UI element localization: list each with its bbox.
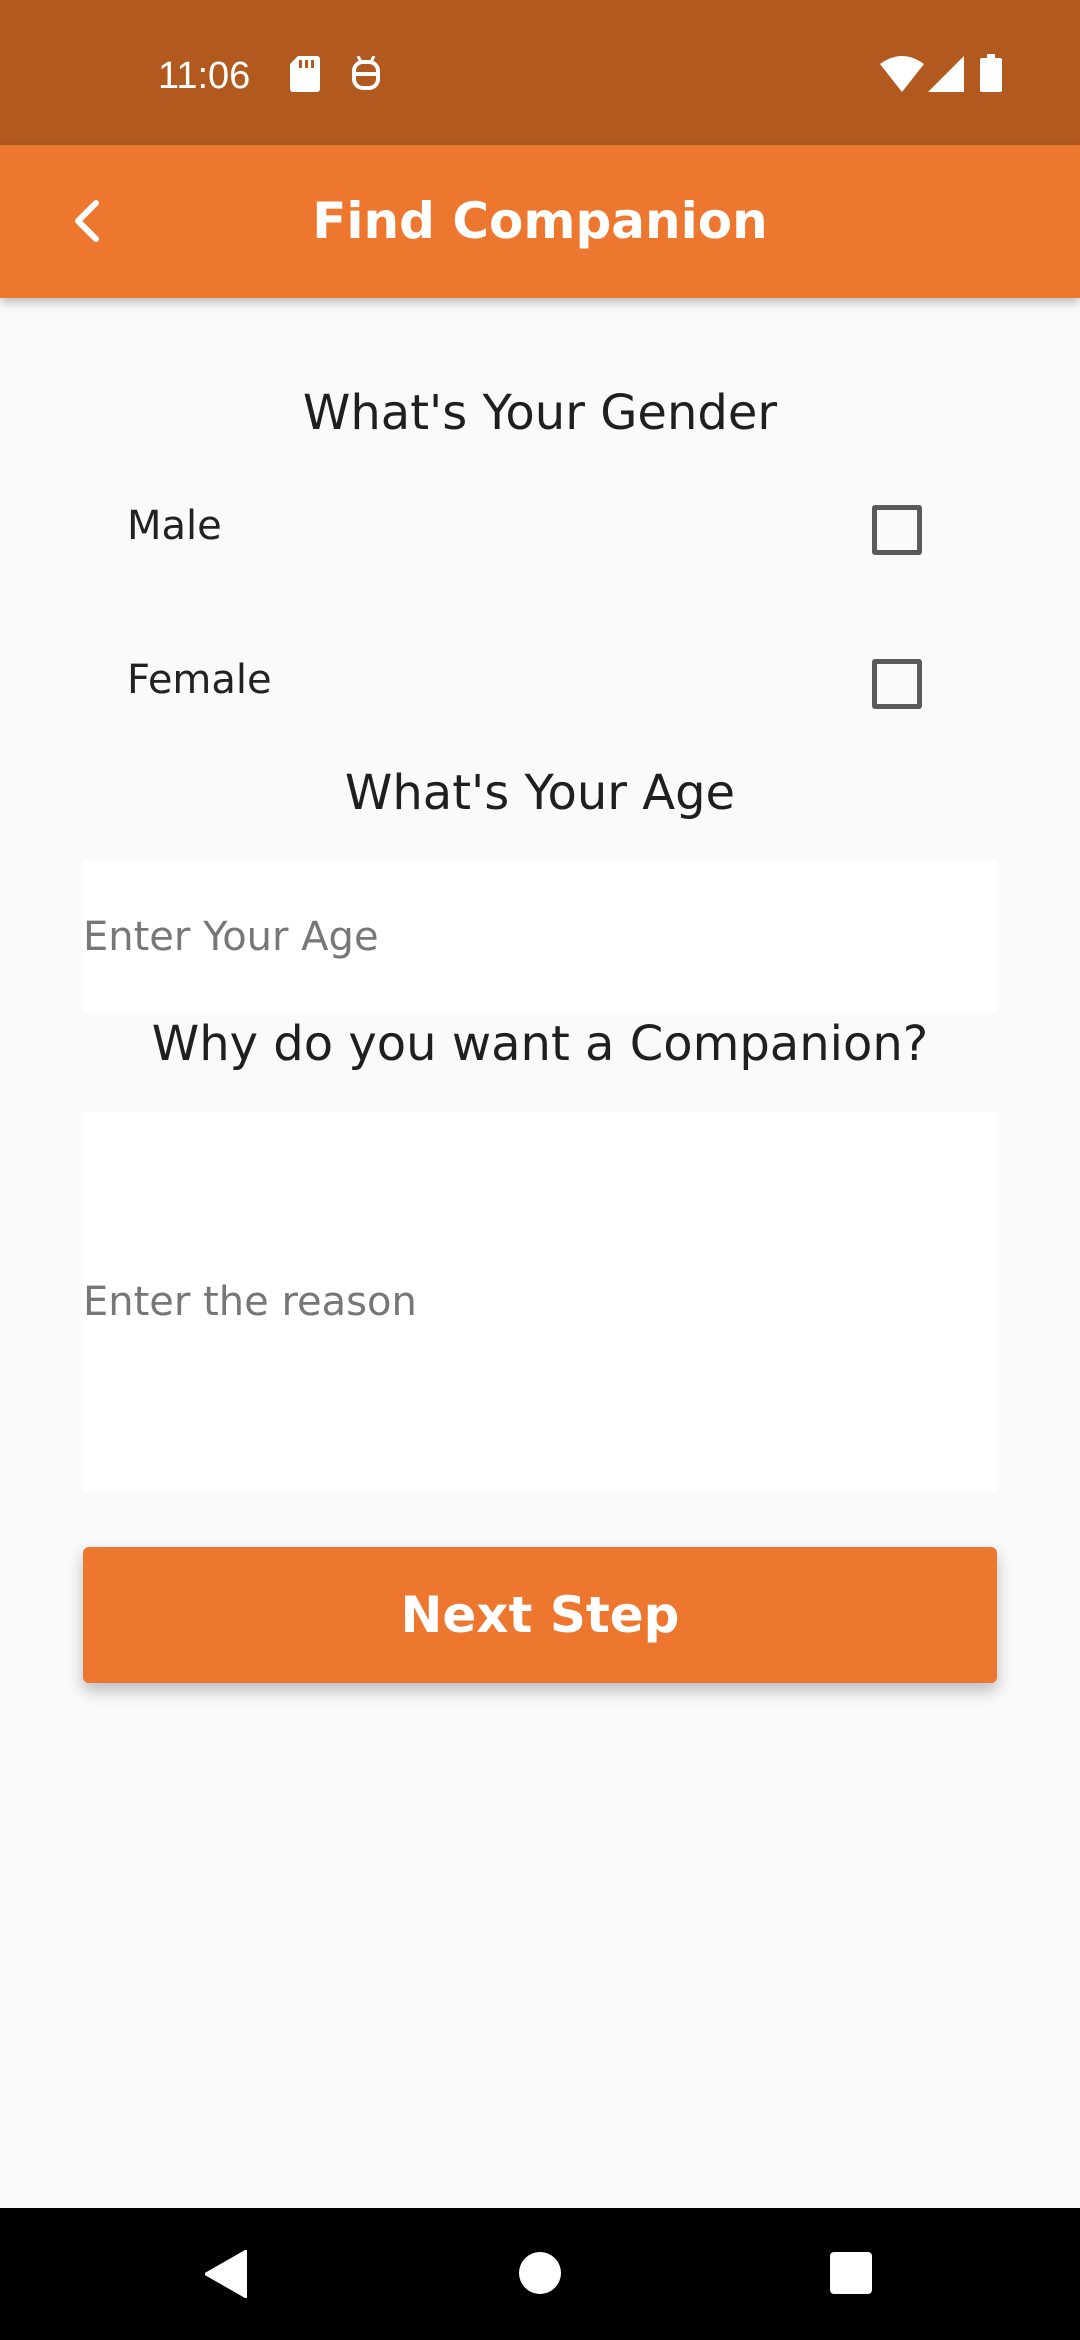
female-checkbox[interactable]: [872, 659, 922, 709]
reason-heading: Why do you want a Companion?: [151, 1016, 929, 1072]
wifi-icon: [880, 56, 924, 96]
status-bar: 11:06: [0, 0, 1080, 145]
android-debug-icon: [350, 55, 382, 96]
chevron-left-icon: [75, 200, 99, 242]
male-label: Male: [127, 503, 222, 549]
home-circle-icon[interactable]: [519, 2252, 561, 2298]
app-bar: Find Companion: [0, 145, 1080, 298]
recents-square-icon[interactable]: [830, 2252, 872, 2298]
status-time: 11:06: [158, 55, 251, 97]
reason-input[interactable]: Enter the reason: [83, 1112, 997, 1492]
signal-icon: [928, 56, 964, 96]
battery-icon: [980, 54, 1002, 96]
sd-card-icon: [290, 56, 320, 96]
page-title: Find Companion: [312, 192, 768, 250]
back-triangle-icon[interactable]: [204, 2249, 248, 2302]
age-heading: What's Your Age: [344, 765, 736, 821]
gender-heading: What's Your Gender: [302, 385, 778, 441]
male-checkbox[interactable]: [872, 505, 922, 555]
next-step-label: Next Step: [400, 1586, 680, 1644]
reason-placeholder: Enter the reason: [83, 1279, 417, 1325]
age-input[interactable]: [83, 860, 997, 1013]
next-step-button[interactable]: Next Step: [83, 1547, 997, 1683]
female-label: Female: [127, 657, 272, 703]
back-button[interactable]: [40, 173, 136, 269]
system-nav-bar: [0, 2208, 1080, 2340]
